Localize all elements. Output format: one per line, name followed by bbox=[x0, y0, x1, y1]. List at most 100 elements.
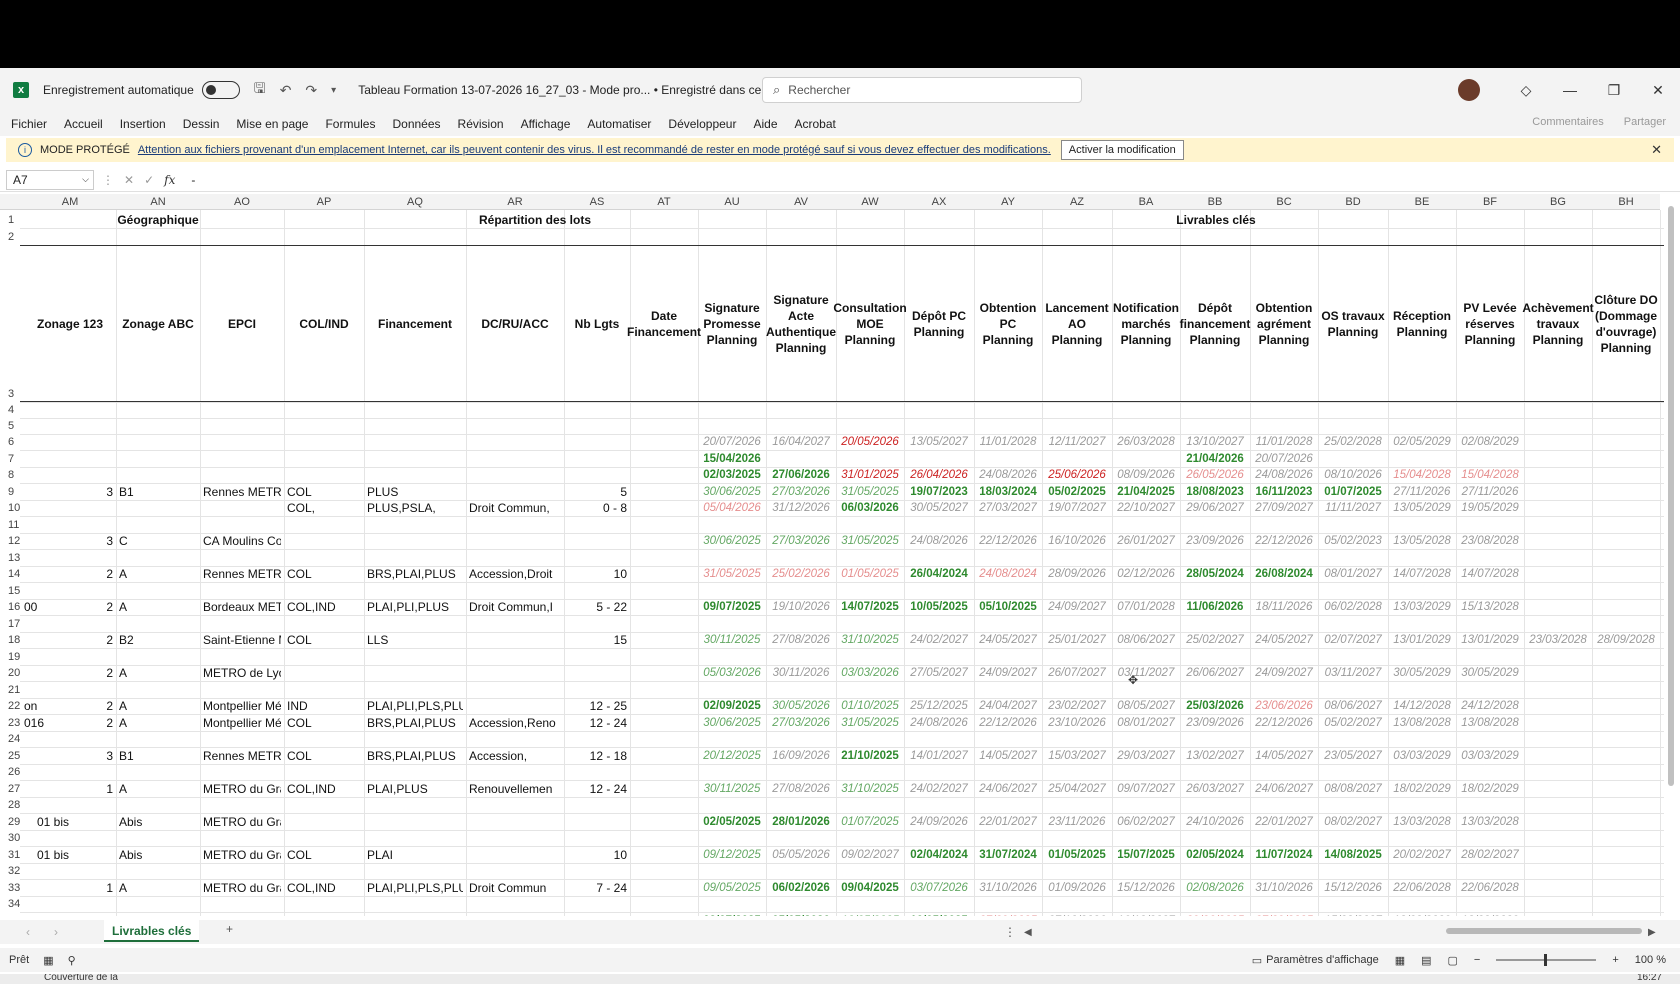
cell-bb-25[interactable]: 13/02/2027 bbox=[1180, 748, 1250, 764]
cell-as-9[interactable]: 5 bbox=[567, 484, 627, 500]
cell-av-27[interactable]: 27/08/2026 bbox=[766, 781, 836, 797]
cell-au-33[interactable]: 09/05/2025 bbox=[698, 880, 766, 896]
cell-aw-25[interactable]: 21/10/2025 bbox=[836, 748, 904, 764]
cell-be-10[interactable]: 13/05/2029 bbox=[1388, 500, 1456, 516]
cell-aq-33[interactable]: PLAI,PLI,PLS,PLU bbox=[367, 880, 463, 896]
cell-au-6[interactable]: 20/07/2026 bbox=[698, 434, 766, 450]
cell-bd-16[interactable]: 06/02/2028 bbox=[1318, 599, 1388, 615]
cell-az-8[interactable]: 25/06/2026 bbox=[1042, 467, 1112, 483]
cell-bc-10[interactable]: 27/09/2027 bbox=[1250, 500, 1318, 516]
accessibility-icon[interactable]: ⚲ bbox=[68, 954, 76, 967]
autosave-toggle[interactable] bbox=[201, 81, 240, 99]
row-header-21[interactable]: 21 bbox=[0, 682, 20, 698]
cell-be-31[interactable]: 20/02/2027 bbox=[1388, 847, 1456, 863]
cell-aw-23[interactable]: 31/05/2025 bbox=[836, 715, 904, 731]
cell-an-18[interactable]: B2 bbox=[119, 632, 197, 648]
cell-ar-33[interactable]: Droit Commun bbox=[469, 880, 561, 896]
cell-az-27[interactable]: 25/04/2027 bbox=[1042, 781, 1112, 797]
spreadsheet-grid[interactable]: AM AN AO AP AQ AR AS AT AU AV AW AX AY AZ BA BB BC BD BE BF… bbox=[0, 194, 1664, 916]
cell-aw-33[interactable]: 09/04/2025 bbox=[836, 880, 904, 896]
cell-ba-25[interactable]: 29/03/2027 bbox=[1112, 748, 1180, 764]
cell-ao-31[interactable]: METRO du Grand bbox=[203, 847, 281, 863]
cell-aw-18[interactable]: 31/10/2025 bbox=[836, 632, 904, 648]
cell-av-12[interactable]: 27/03/2026 bbox=[766, 533, 836, 549]
cell-aq-18[interactable]: LLS bbox=[367, 632, 463, 648]
cell-am-14[interactable]: 2 bbox=[27, 566, 113, 582]
cell-as-27[interactable]: 12 - 24 bbox=[567, 781, 627, 797]
column-header-bb[interactable]: BB bbox=[1180, 194, 1250, 210]
cell-aw-16[interactable]: 14/07/2025 bbox=[836, 599, 904, 615]
cell-ax-18[interactable]: 24/02/2027 bbox=[904, 632, 974, 648]
cell-bf-10[interactable]: 19/05/2029 bbox=[1456, 500, 1524, 516]
menu-dessin[interactable]: Dessin bbox=[183, 117, 220, 131]
cell-ba-27[interactable]: 09/07/2027 bbox=[1112, 781, 1180, 797]
cell-bb-6[interactable]: 13/10/2027 bbox=[1180, 434, 1250, 450]
cell-az-18[interactable]: 25/01/2027 bbox=[1042, 632, 1112, 648]
cell-as-14[interactable]: 10 bbox=[567, 566, 627, 582]
cell-ay-8[interactable]: 24/08/2026 bbox=[974, 467, 1042, 483]
cell-be-22[interactable]: 14/12/2028 bbox=[1388, 698, 1456, 714]
cell-ax-8[interactable]: 26/04/2026 bbox=[904, 467, 974, 483]
cell-bc-31[interactable]: 11/07/2024 bbox=[1250, 847, 1318, 863]
cell-bf-25[interactable]: 03/03/2029 bbox=[1456, 748, 1524, 764]
cell-bh-18[interactable]: 28/09/2028 bbox=[1592, 632, 1660, 648]
comments-button[interactable]: Commentaires bbox=[1532, 116, 1604, 128]
menu-fichier[interactable]: Fichier bbox=[11, 117, 47, 131]
column-header-bg[interactable]: BG bbox=[1524, 194, 1592, 210]
cell-bf-20[interactable]: 30/05/2029 bbox=[1456, 665, 1524, 681]
cell-az-29[interactable]: 23/11/2026 bbox=[1042, 814, 1112, 830]
cell-be-27[interactable]: 18/02/2029 bbox=[1388, 781, 1456, 797]
cell-an-20[interactable]: A bbox=[119, 665, 197, 681]
row-header-28[interactable]: 28 bbox=[0, 797, 20, 813]
cell-an-9[interactable]: B1 bbox=[119, 484, 197, 500]
cell-bb-10[interactable]: 29/06/2027 bbox=[1180, 500, 1250, 516]
maximize-icon[interactable]: ❐ bbox=[1592, 82, 1636, 99]
cell-av-14[interactable]: 25/02/2026 bbox=[766, 566, 836, 582]
cell-be-23[interactable]: 13/08/2028 bbox=[1388, 715, 1456, 731]
column-header-ar[interactable]: AR bbox=[466, 194, 564, 210]
save-icon[interactable]: 🖫 bbox=[254, 78, 266, 102]
page-break-icon[interactable]: ▢ bbox=[1448, 954, 1458, 967]
cell-am-35[interactable]: 2 bbox=[27, 913, 113, 916]
cell-ay-23[interactable]: 22/12/2026 bbox=[974, 715, 1042, 731]
add-sheet-icon[interactable]: + bbox=[226, 922, 233, 936]
cell-bf-22[interactable]: 24/12/2028 bbox=[1456, 698, 1524, 714]
cell-am-31[interactable]: 01 bis bbox=[27, 847, 113, 863]
cell-an-31[interactable]: Abis bbox=[119, 847, 197, 863]
cell-az-22[interactable]: 23/02/2027 bbox=[1042, 698, 1112, 714]
cell-be-16[interactable]: 13/03/2029 bbox=[1388, 599, 1456, 615]
search-box[interactable]: ⌕ Rechercher bbox=[762, 77, 1082, 103]
cell-bf-12[interactable]: 23/08/2028 bbox=[1456, 533, 1524, 549]
share-button[interactable]: Partager bbox=[1624, 116, 1666, 128]
tab-options-icon[interactable]: ⋮ bbox=[1004, 925, 1016, 939]
cell-az-25[interactable]: 15/03/2027 bbox=[1042, 748, 1112, 764]
column-header-av[interactable]: AV bbox=[766, 194, 836, 210]
cell-bb-33[interactable]: 02/08/2026 bbox=[1180, 880, 1250, 896]
cell-aq-31[interactable]: PLAI bbox=[367, 847, 463, 863]
cell-ao-14[interactable]: Rennes METRO bbox=[203, 566, 281, 582]
zoom-out-icon[interactable]: − bbox=[1474, 954, 1480, 966]
row-header-31[interactable]: 31 bbox=[0, 847, 20, 863]
cell-am-12[interactable]: 3 bbox=[27, 533, 113, 549]
column-header-an[interactable]: AN bbox=[116, 194, 200, 210]
cell-an-14[interactable]: A bbox=[119, 566, 197, 582]
cell-bc-9[interactable]: 16/11/2023 bbox=[1250, 484, 1318, 500]
row-header-18[interactable]: 18 bbox=[0, 632, 20, 648]
cell-ay-14[interactable]: 24/08/2024 bbox=[974, 566, 1042, 582]
column-header-at[interactable]: AT bbox=[630, 194, 698, 210]
sheet-stats-icon[interactable]: ▦ bbox=[43, 954, 53, 967]
taskbar-item[interactable]: Couverture de la bbox=[44, 974, 118, 983]
cell-ao-35[interactable]: METRO de Lyon bbox=[203, 913, 281, 916]
cell-bb-18[interactable]: 25/02/2027 bbox=[1180, 632, 1250, 648]
cell-ba-22[interactable]: 08/05/2027 bbox=[1112, 698, 1180, 714]
cell-am-16[interactable]: 2 bbox=[27, 599, 113, 615]
row-header-17[interactable]: 17 bbox=[0, 616, 20, 632]
prev-sheet-icon[interactable]: ‹ bbox=[26, 925, 30, 939]
cell-bf-16[interactable]: 15/13/2028 bbox=[1456, 599, 1524, 615]
cell-ar-27[interactable]: Renouvellemen bbox=[469, 781, 561, 797]
formula-input[interactable]: - bbox=[191, 173, 195, 187]
cell-av-31[interactable]: 05/05/2026 bbox=[766, 847, 836, 863]
cell-bb-31[interactable]: 02/05/2024 bbox=[1180, 847, 1250, 863]
cell-be-29[interactable]: 13/03/2028 bbox=[1388, 814, 1456, 830]
cell-ay-18[interactable]: 24/05/2027 bbox=[974, 632, 1042, 648]
